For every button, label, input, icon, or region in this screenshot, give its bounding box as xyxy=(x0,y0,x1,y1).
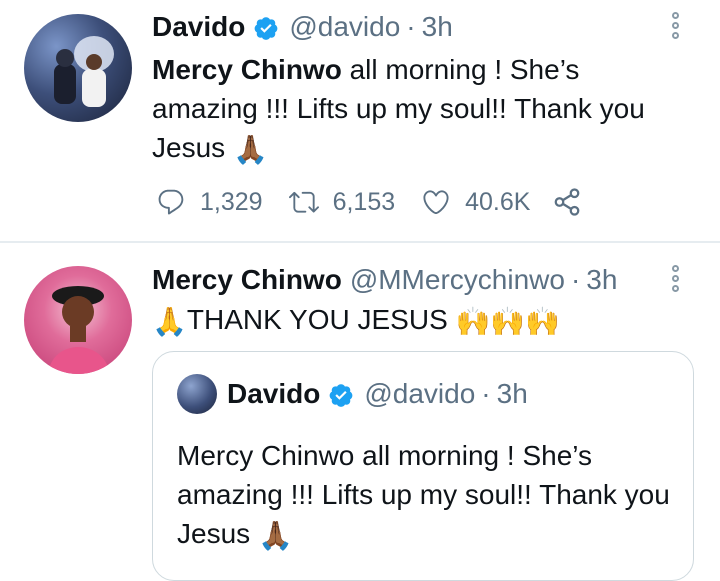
praying-hands-emoji: 🙏 xyxy=(152,306,187,338)
avatar-image xyxy=(48,286,110,374)
quoted-tweet-body: Mercy Chinwo all morning ! She’s amazing… xyxy=(177,440,670,549)
raising-hands-emoji: 🙌🙌🙌 xyxy=(455,306,561,338)
avatar-mercychinwo[interactable] xyxy=(24,266,132,374)
more-options-icon[interactable] xyxy=(672,265,684,295)
quoted-tweet[interactable]: Davido @davido · 3h Mercy Chinwo all mor… xyxy=(152,351,694,581)
praying-hands-emoji: 🙏🏾 xyxy=(257,520,293,552)
quoted-author-name: Davido xyxy=(227,378,321,409)
tweet-header: Mercy Chinwo @MMercychinwo · 3h xyxy=(152,262,617,298)
quoted-tweet-text: Mercy Chinwo all morning ! She’s amazing… xyxy=(177,436,677,555)
tweet-timestamp[interactable]: 3h xyxy=(586,262,617,298)
quoted-avatar-davido xyxy=(177,374,217,414)
quoted-tweet-header: Davido @davido · 3h xyxy=(227,376,528,412)
quoted-timestamp: 3h xyxy=(496,378,528,409)
tweet-mercychinwo[interactable]: Mercy Chinwo @MMercychinwo · 3h 🙏THANK Y… xyxy=(0,0,720,581)
tweet-body: THANK YOU JESUS xyxy=(186,304,448,335)
author-name[interactable]: Mercy Chinwo xyxy=(152,262,342,298)
separator-dot: · xyxy=(481,378,491,409)
verified-badge-icon xyxy=(328,381,354,407)
tweet-text: 🙏THANK YOU JESUS 🙌🙌🙌 xyxy=(152,300,692,341)
separator-dot: · xyxy=(570,264,581,295)
quoted-author-handle: @davido xyxy=(364,378,476,409)
author-handle[interactable]: @MMercychinwo xyxy=(350,262,565,298)
